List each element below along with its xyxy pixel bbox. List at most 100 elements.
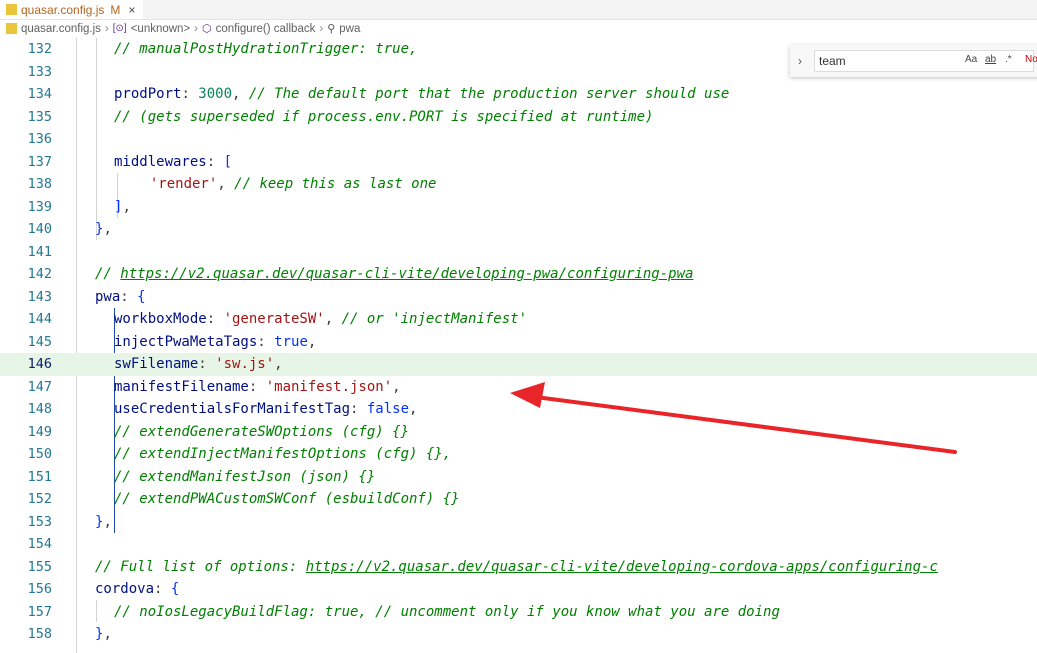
line-number: 150 xyxy=(27,446,52,462)
code-text: // Full list of options: https://v2.quas… xyxy=(95,558,938,575)
line-number: 153 xyxy=(27,513,52,530)
code-text: cordova: { xyxy=(95,581,180,597)
line-number: 158 xyxy=(27,626,52,642)
code-line[interactable]: 144 workboxMode: 'generateSW', // or 'inj… xyxy=(0,308,1037,331)
chevron-right-icon[interactable]: › xyxy=(790,54,810,68)
regex-icon[interactable]: .* xyxy=(1005,54,1012,65)
breadcrumb: quasar.config.js › [⊙] <unknown> › ⬡ con… xyxy=(0,19,1037,38)
code-line[interactable]: 135 // (gets superseded if process.env.PO… xyxy=(0,106,1037,129)
line-number: 138 xyxy=(27,176,52,192)
breadcrumb-file[interactable]: quasar.config.js xyxy=(21,23,101,35)
code-text: // (gets superseded if process.env.PORT … xyxy=(114,108,654,125)
code-text: 'render', // keep this as last one xyxy=(149,176,437,192)
line-number: 139 xyxy=(27,198,52,215)
code-text: workboxMode: 'generateSW', // or 'inject… xyxy=(114,311,528,327)
code-text: }, xyxy=(95,626,112,642)
match-case-icon[interactable]: Aa xyxy=(965,54,977,65)
line-number: 137 xyxy=(27,153,52,170)
find-input-value: team xyxy=(819,54,846,68)
code-line[interactable]: 148 useCredentialsForManifestTag: false, xyxy=(0,398,1037,421)
code-text: useCredentialsForManifestTag: false, xyxy=(114,401,418,417)
line-number: 140 xyxy=(27,221,52,237)
code-text: ], xyxy=(114,198,131,215)
code-line[interactable]: 150 // extendInjectManifestOptions (cfg) … xyxy=(0,443,1037,466)
no-results-label: No xyxy=(1025,54,1037,65)
line-number: 155 xyxy=(27,558,52,575)
variable-icon: [⊙] xyxy=(112,23,127,34)
editor-tab-bar: quasar.config.js M × xyxy=(0,0,1037,20)
code-line[interactable]: 152 // extendPWACustomSWConf (esbuildConf… xyxy=(0,488,1037,511)
code-text: prodPort: 3000, // The default port that… xyxy=(114,86,730,102)
code-line[interactable]: 146 swFilename: 'sw.js', xyxy=(0,353,1037,376)
line-number: 136 xyxy=(27,131,52,147)
code-text: // noIosLegacyBuildFlag: true, // uncomm… xyxy=(114,603,780,620)
code-line[interactable]: 158}, xyxy=(0,623,1037,646)
line-number: 133 xyxy=(27,63,52,80)
code-line[interactable]: 145 injectPwaMetaTags: true, xyxy=(0,331,1037,354)
modified-badge: M xyxy=(110,2,121,17)
code-text: middlewares: [ xyxy=(114,153,233,170)
code-line[interactable]: 136 xyxy=(0,128,1037,151)
code-line[interactable]: 142 // https://v2.quasar.dev/quasar-cli-v… xyxy=(0,263,1037,286)
code-text: }, xyxy=(95,221,112,237)
code-line[interactable]: 138 'render', // keep this as last one xyxy=(0,173,1037,196)
code-line[interactable]: 157 // noIosLegacyBuildFlag: true, // unc… xyxy=(0,601,1037,624)
line-number: 154 xyxy=(27,536,52,552)
code-editor[interactable]: 132 // manualPostHydrationTrigger: true, 1… xyxy=(0,38,1037,653)
line-number: 146 xyxy=(27,356,52,372)
code-line[interactable]: 149 // extendGenerateSWOptions (cfg) {} xyxy=(0,421,1037,444)
code-line[interactable]: 137 middlewares: [ xyxy=(0,151,1037,174)
line-number: 156 xyxy=(27,581,52,597)
code-text: }, xyxy=(95,513,112,530)
code-text: injectPwaMetaTags: true, xyxy=(114,333,317,350)
js-file-icon xyxy=(6,4,17,15)
find-input[interactable]: team Aa ab .* No xyxy=(814,50,1037,72)
code-line[interactable]: 140}, xyxy=(0,218,1037,241)
code-line[interactable]: 154 xyxy=(0,533,1037,556)
line-number: 132 xyxy=(27,41,52,57)
wrench-icon: ⚲ xyxy=(327,23,336,35)
code-line[interactable]: 147 manifestFilename: 'manifest.json', xyxy=(0,376,1037,399)
code-text: // extendManifestJson (json) {} xyxy=(114,468,376,485)
code-line[interactable]: 143 pwa: { xyxy=(0,286,1037,309)
code-line[interactable]: 139], xyxy=(0,196,1037,219)
tab-filename: quasar.config.js xyxy=(21,2,105,17)
line-number: 144 xyxy=(27,311,52,327)
line-number: 143 xyxy=(27,288,52,305)
code-line[interactable]: 141 xyxy=(0,241,1037,264)
line-number: 152 xyxy=(27,491,52,507)
chevron-right-icon: › xyxy=(194,22,199,35)
line-number: 151 xyxy=(27,468,52,485)
chevron-right-icon: › xyxy=(319,22,324,35)
code-line[interactable]: 151 // extendManifestJson (json) {} xyxy=(0,466,1037,489)
code-line[interactable]: 153}, xyxy=(0,511,1037,534)
code-text: pwa: { xyxy=(95,288,146,305)
code-text: manifestFilename: 'manifest.json', xyxy=(114,378,401,395)
chevron-right-icon: › xyxy=(104,22,109,35)
code-text: // extendPWACustomSWConf (esbuildConf) {… xyxy=(114,491,460,507)
code-line[interactable]: 156 cordova: { xyxy=(0,578,1037,601)
breadcrumb-unknown[interactable]: <unknown> xyxy=(131,23,190,35)
code-text: // manualPostHydrationTrigger: true, xyxy=(114,41,418,57)
code-text: // extendGenerateSWOptions (cfg) {} xyxy=(114,423,410,440)
tab-quasar-config[interactable]: quasar.config.js M × xyxy=(0,0,144,19)
line-number: 142 xyxy=(27,266,52,282)
line-number: 135 xyxy=(27,108,52,125)
code-line[interactable]: 134 prodPort: 3000, // The default port t… xyxy=(0,83,1037,106)
line-number: 141 xyxy=(27,243,52,260)
line-number: 157 xyxy=(27,603,52,620)
breadcrumb-pwa[interactable]: pwa xyxy=(339,23,360,35)
match-word-icon[interactable]: ab xyxy=(985,54,996,65)
breadcrumb-callback[interactable]: configure() callback xyxy=(216,23,316,35)
function-icon: ⬡ xyxy=(202,23,212,35)
close-icon[interactable]: × xyxy=(128,3,135,17)
code-text: swFilename: 'sw.js', xyxy=(114,356,283,372)
code-line[interactable]: 155 // Full list of options: https://v2.q… xyxy=(0,556,1037,579)
line-number: 148 xyxy=(27,401,52,417)
line-number: 147 xyxy=(27,378,52,395)
line-number: 149 xyxy=(27,423,52,440)
code-text: // https://v2.quasar.dev/quasar-cli-vite… xyxy=(95,266,694,282)
line-number: 134 xyxy=(27,86,52,102)
code-text: // extendInjectManifestOptions (cfg) {}, xyxy=(114,446,452,462)
js-file-icon xyxy=(6,23,17,34)
